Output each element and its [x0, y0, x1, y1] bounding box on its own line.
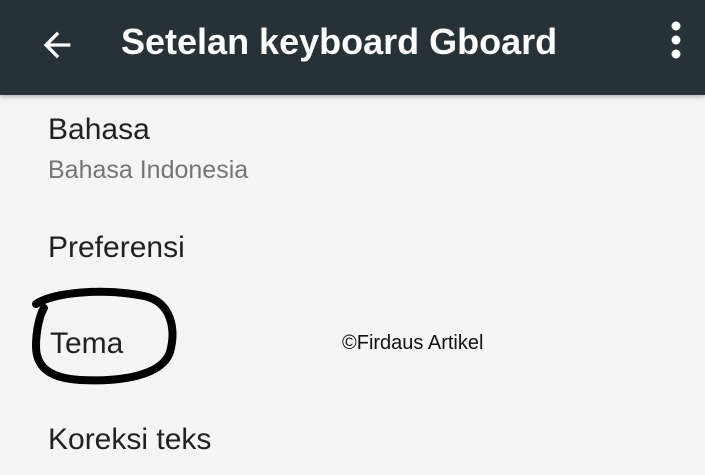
- watermark: ©Firdaus Artikel: [342, 332, 484, 354]
- page-title: Setelan keyboard Gboard: [121, 21, 558, 62]
- setting-item-title: Koreksi teks: [48, 423, 212, 456]
- setting-item-preferensi[interactable]: Preferensi: [0, 205, 705, 300]
- setting-item-bahasa[interactable]: Bahasa Bahasa Indonesia: [0, 95, 705, 205]
- setting-item-title: Preferensi: [48, 231, 185, 264]
- setting-item-title: Tema: [50, 327, 124, 360]
- more-vert-icon: [671, 21, 681, 59]
- setting-item-koreksi-teks[interactable]: Koreksi teks: [0, 395, 705, 475]
- arrow-back-icon: [43, 31, 71, 59]
- setting-item-title: Bahasa: [48, 113, 150, 146]
- back-button[interactable]: [30, 18, 84, 72]
- settings-list: Bahasa Bahasa Indonesia Preferensi Tema …: [0, 95, 705, 475]
- setting-item-summary: Bahasa Indonesia: [48, 156, 249, 184]
- overflow-menu-button[interactable]: [654, 14, 698, 66]
- app-bar: Setelan keyboard Gboard: [0, 0, 705, 95]
